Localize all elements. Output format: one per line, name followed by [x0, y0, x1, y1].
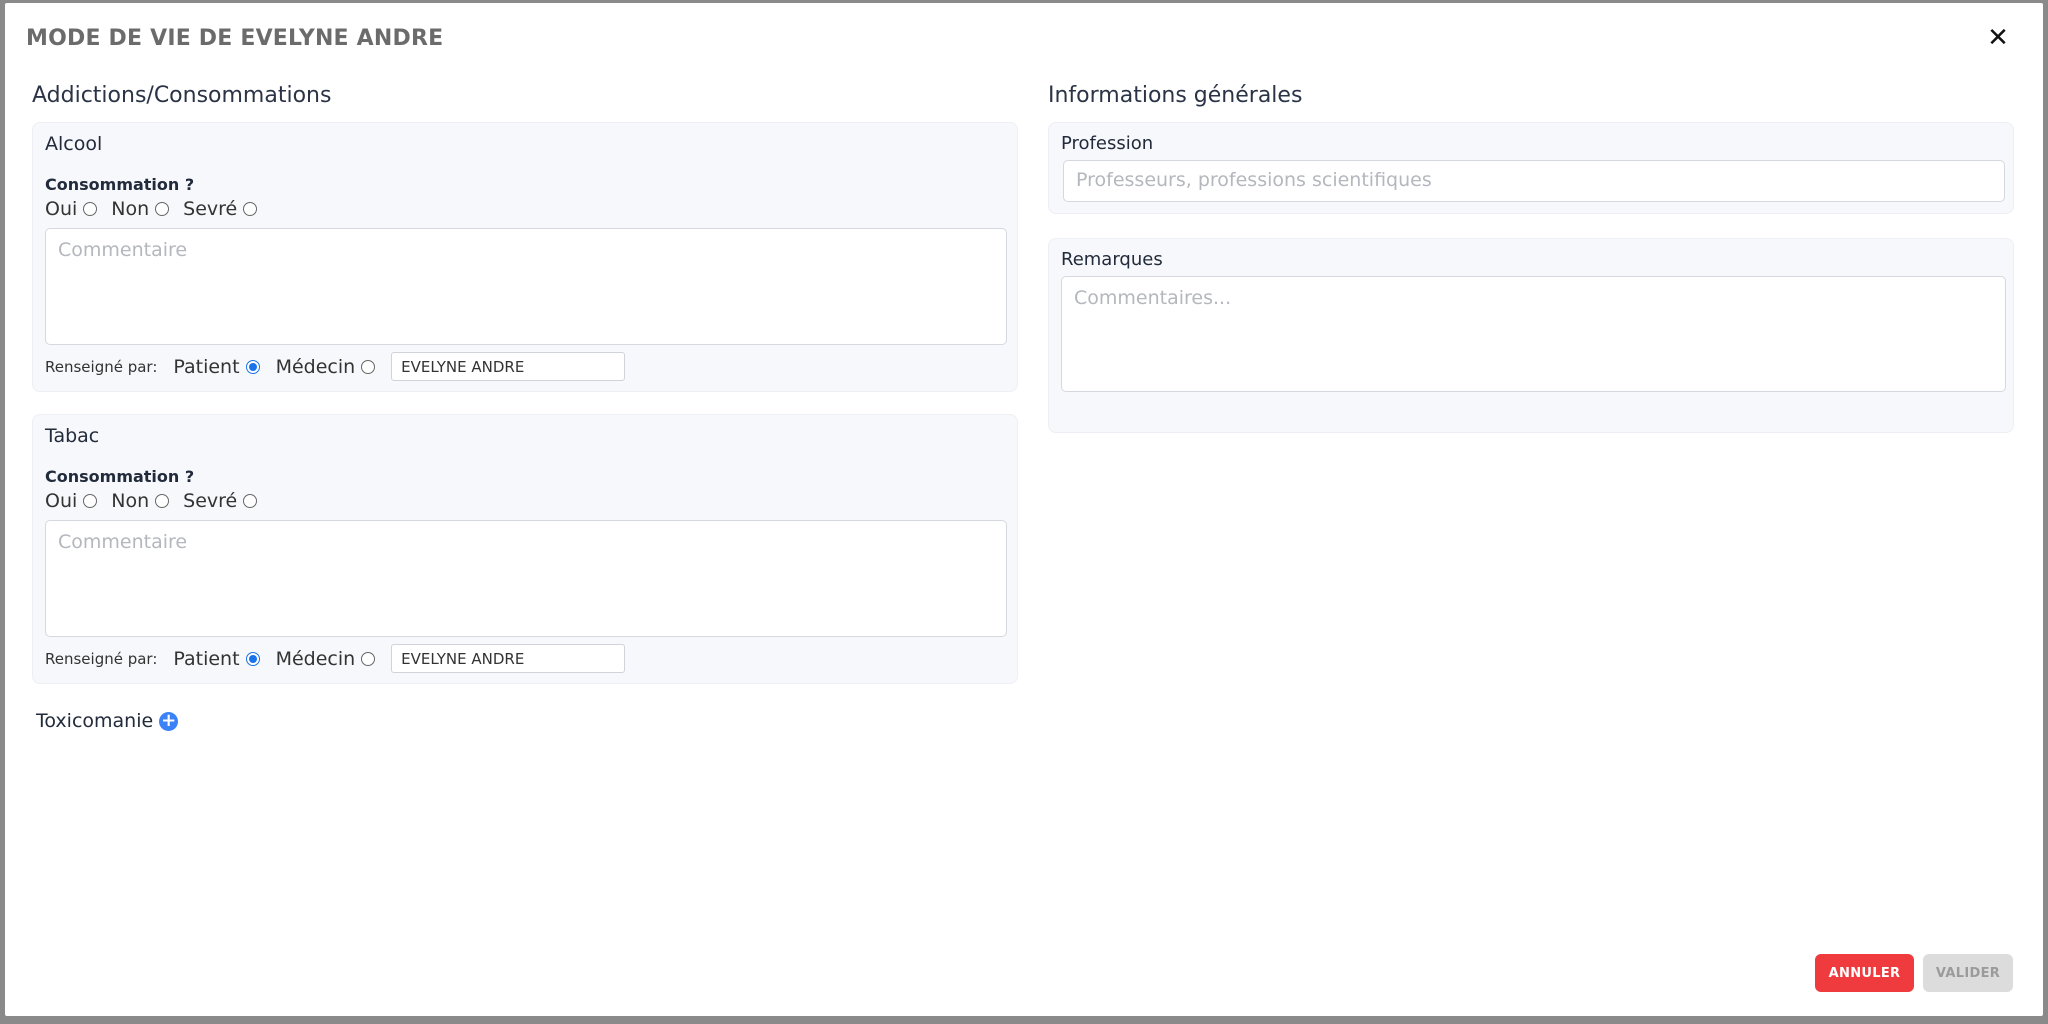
alcool-option-sevre[interactable]: Sevré — [183, 198, 258, 220]
modal-title: MODE DE VIE DE EVELYNE ANDRE — [26, 26, 444, 51]
radio-icon[interactable] — [361, 651, 376, 666]
close-icon[interactable]: ✕ — [1983, 23, 2013, 53]
tabac-by-medecin[interactable]: Médecin — [276, 648, 376, 670]
tabac-consumption-options: Oui Non Sevré — [45, 490, 271, 512]
toxicomanie-label: Toxicomanie — [36, 710, 154, 732]
radio-checked-icon[interactable] — [245, 359, 260, 374]
lifestyle-modal: MODE DE VIE DE EVELYNE ANDRE ✕ Addiction… — [5, 3, 2043, 1016]
radio-icon[interactable] — [155, 202, 170, 216]
alcool-by-medecin[interactable]: Médecin — [276, 356, 376, 378]
radio-icon[interactable] — [243, 202, 258, 216]
radio-checked-icon[interactable] — [245, 651, 260, 666]
profession-input[interactable]: Professeurs, professions scientifiques — [1063, 160, 2005, 202]
alcool-renseigne-row: Renseigné par: Patient Médecin EVELYNE A… — [45, 352, 626, 381]
tabac-by-patient[interactable]: Patient — [173, 648, 260, 670]
alcool-name-input[interactable]: EVELYNE ANDRE — [391, 352, 626, 381]
tabac-question: Consommation ? — [45, 467, 195, 486]
radio-icon[interactable] — [155, 494, 170, 508]
alcool-by-patient[interactable]: Patient — [173, 356, 260, 378]
tabac-renseigne-label: Renseigné par: — [45, 649, 158, 668]
tabac-card: Tabac Consommation ? Oui Non Sevré Comme… — [32, 414, 1018, 684]
tabac-option-sevre[interactable]: Sevré — [183, 490, 258, 512]
tabac-option-non[interactable]: Non — [111, 490, 170, 512]
tabac-option-oui[interactable]: Oui — [45, 490, 98, 512]
profession-label: Profession — [1061, 133, 1154, 154]
radio-icon[interactable] — [83, 202, 98, 216]
alcool-renseigne-label: Renseigné par: — [45, 357, 158, 376]
radio-icon[interactable] — [243, 494, 258, 508]
alcool-title: Alcool — [45, 133, 103, 155]
profession-card: Profession Professeurs, professions scie… — [1048, 122, 2014, 214]
alcool-option-non[interactable]: Non — [111, 198, 170, 220]
remarques-label: Remarques — [1061, 249, 1163, 270]
tabac-name-input[interactable]: EVELYNE ANDRE — [391, 644, 626, 673]
plus-circle-icon[interactable]: + — [159, 711, 179, 731]
addictions-title: Addictions/Consommations — [32, 83, 332, 108]
radio-icon[interactable] — [361, 359, 376, 374]
toxicomanie-row: Toxicomanie + — [36, 710, 179, 732]
alcool-card: Alcool Consommation ? Oui Non Sevré Comm… — [32, 122, 1018, 392]
tabac-title: Tabac — [45, 425, 100, 447]
cancel-button[interactable]: ANNULER — [1815, 954, 1914, 992]
tabac-renseigne-row: Renseigné par: Patient Médecin EVELYNE A… — [45, 644, 626, 673]
remarques-card: Remarques Commentaires... — [1048, 238, 2014, 433]
tabac-comment-textarea[interactable]: Commentaire — [45, 520, 1007, 637]
general-info-title: Informations générales — [1048, 83, 1303, 108]
radio-icon[interactable] — [83, 494, 98, 508]
validate-button[interactable]: VALIDER — [1923, 954, 2013, 992]
remarques-textarea[interactable]: Commentaires... — [1061, 276, 2006, 392]
alcool-consumption-options: Oui Non Sevré — [45, 198, 271, 220]
alcool-question: Consommation ? — [45, 175, 195, 194]
alcool-comment-textarea[interactable]: Commentaire — [45, 228, 1007, 345]
alcool-option-oui[interactable]: Oui — [45, 198, 98, 220]
